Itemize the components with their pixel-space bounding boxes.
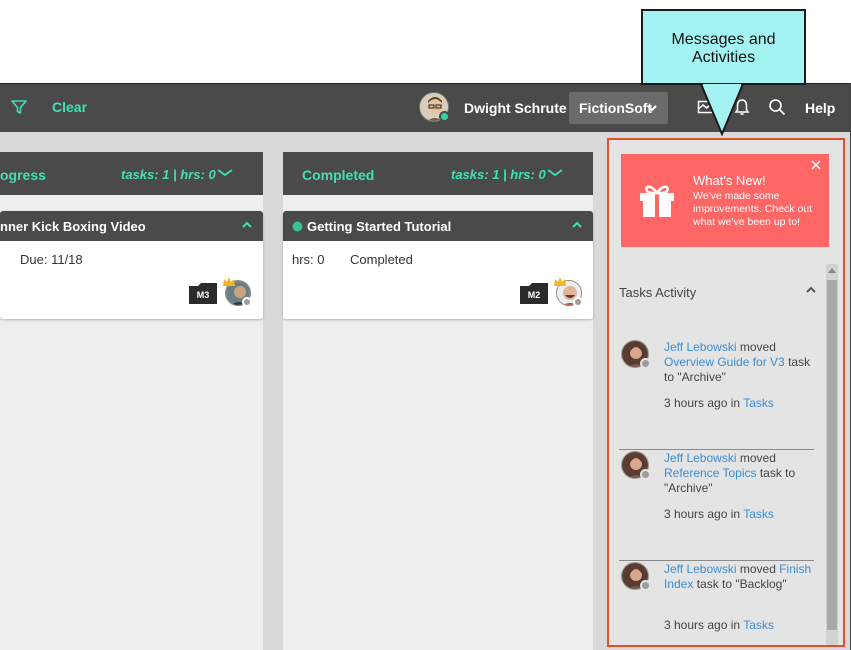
search-icon[interactable] [768, 98, 786, 116]
milestone-label: M2 [527, 290, 541, 300]
owner-crown-icon [554, 277, 566, 286]
offline-status-dot [640, 580, 651, 591]
app-window: Clear Dwight Schrute FictionSoft Help og… [0, 83, 851, 650]
activity-user-link[interactable]: Jeff Lebowski [664, 451, 737, 465]
callout-line-2: Activities [691, 49, 756, 66]
activity-timestamp: 3 hours ago in Tasks [664, 507, 774, 521]
activity-verb: moved [739, 451, 776, 465]
close-icon[interactable] [811, 160, 821, 170]
chevron-up-icon[interactable] [571, 220, 583, 230]
offline-status-dot [640, 358, 651, 369]
activity-text: Jeff Lebowski moved Reference Topics tas… [664, 451, 819, 496]
user-name[interactable]: Dwight Schrute [464, 100, 567, 116]
activity-scrollbar[interactable] [826, 264, 838, 645]
task-card-header: Getting Started Tutorial [283, 211, 593, 241]
column-title: Completed [302, 167, 375, 183]
column-stats: tasks: 1 | hrs: 0 [451, 167, 546, 182]
task-hours: hrs: 0 [292, 252, 325, 267]
activity-item: Jeff Lebowski moved Finish Index task to… [619, 562, 814, 645]
offline-status-dot [640, 469, 651, 480]
whats-new-body: We've made some improvements. Check out … [693, 190, 813, 228]
chevron-down-icon[interactable] [546, 168, 564, 178]
tasks-activity-header: Tasks Activity [619, 285, 697, 300]
task-title[interactable]: Getting Started Tutorial [307, 219, 451, 234]
chevron-down-icon[interactable] [216, 168, 234, 178]
help-link[interactable]: Help [805, 100, 835, 116]
organization-dropdown[interactable]: FictionSoft [569, 92, 668, 124]
milestone-folder-icon[interactable]: M2 [520, 282, 548, 304]
activity-timestamp: 3 hours ago in Tasks [664, 618, 774, 632]
activity-user-link[interactable]: Jeff Lebowski [664, 562, 737, 576]
offline-status-dot [242, 297, 252, 307]
activity-task-link[interactable]: Overview Guide for V3 [664, 355, 785, 369]
owner-crown-icon [223, 277, 235, 286]
chevron-down-icon [647, 105, 657, 112]
online-status-dot [439, 111, 450, 122]
whats-new-banner[interactable]: What's New! We've made some improvements… [621, 154, 829, 247]
activity-mid-text: task to [696, 577, 733, 591]
messages-activities-callout: Messages and Activities [641, 9, 806, 85]
milestone-folder-icon[interactable]: M3 [189, 282, 217, 304]
messages-activities-panel: What's New! We've made some improvements… [607, 138, 845, 647]
filter-icon[interactable] [10, 98, 28, 116]
column-stats: tasks: 1 | hrs: 0 [121, 167, 216, 182]
activity-location-link[interactable]: Tasks [743, 618, 774, 632]
task-card-header: nner Kick Boxing Video [0, 211, 263, 241]
task-due-date: Due: 11/18 [20, 252, 83, 267]
activity-item: Jeff Lebowski moved Reference Topics tas… [619, 451, 814, 561]
whats-new-title: What's New! [693, 173, 766, 188]
task-status: Completed [350, 252, 413, 267]
gift-icon [640, 185, 674, 217]
chevron-up-icon[interactable] [241, 220, 253, 230]
task-card[interactable]: nner Kick Boxing Video Due: 11/18 M3 [0, 211, 263, 319]
milestone-label: M3 [196, 290, 210, 300]
column-title: ogress [0, 167, 46, 183]
clear-filter-link[interactable]: Clear [52, 99, 87, 115]
activity-task-link[interactable]: Reference Topics [664, 466, 757, 480]
activity-location-link[interactable]: Tasks [743, 507, 774, 521]
activity-user-link[interactable]: Jeff Lebowski [664, 340, 737, 354]
activity-text: Jeff Lebowski moved Finish Index task to… [664, 562, 819, 592]
offline-status-dot [573, 297, 583, 307]
board-column-completed: Completed tasks: 1 | hrs: 0 Getting Star… [283, 152, 593, 650]
organization-name: FictionSoft [579, 100, 653, 116]
activity-time-text: 3 hours ago in [664, 507, 741, 521]
task-card[interactable]: Getting Started Tutorial hrs: 0 Complete… [283, 211, 593, 319]
activity-mid-text: task to [759, 466, 796, 480]
column-header: ogress tasks: 1 | hrs: 0 [0, 152, 263, 195]
column-header: Completed tasks: 1 | hrs: 0 [283, 152, 593, 195]
activity-time-text: 3 hours ago in [664, 396, 741, 410]
callout-arrow [699, 84, 745, 136]
activity-item: Jeff Lebowski moved Overview Guide for V… [619, 340, 814, 450]
activity-timestamp: 3 hours ago in Tasks [664, 396, 774, 410]
activity-verb: moved [739, 340, 776, 354]
status-dot-icon [292, 221, 303, 232]
activity-time-text: 3 hours ago in [664, 618, 741, 632]
chevron-up-icon[interactable] [805, 285, 817, 295]
activity-destination: "Archive" [664, 481, 713, 495]
task-title[interactable]: nner Kick Boxing Video [0, 219, 146, 234]
scroll-up-arrow-icon[interactable] [828, 267, 836, 273]
activity-destination: "Backlog" [735, 577, 787, 591]
board-column-in-progress: ogress tasks: 1 | hrs: 0 nner Kick Boxin… [0, 152, 263, 650]
activity-verb: moved [739, 562, 776, 576]
activity-destination: "Archive" [677, 370, 726, 384]
callout-line-1: Messages and [671, 31, 776, 48]
activity-text: Jeff Lebowski moved Overview Guide for V… [664, 340, 819, 385]
activity-location-link[interactable]: Tasks [743, 396, 774, 410]
scrollbar-thumb[interactable] [827, 280, 837, 630]
